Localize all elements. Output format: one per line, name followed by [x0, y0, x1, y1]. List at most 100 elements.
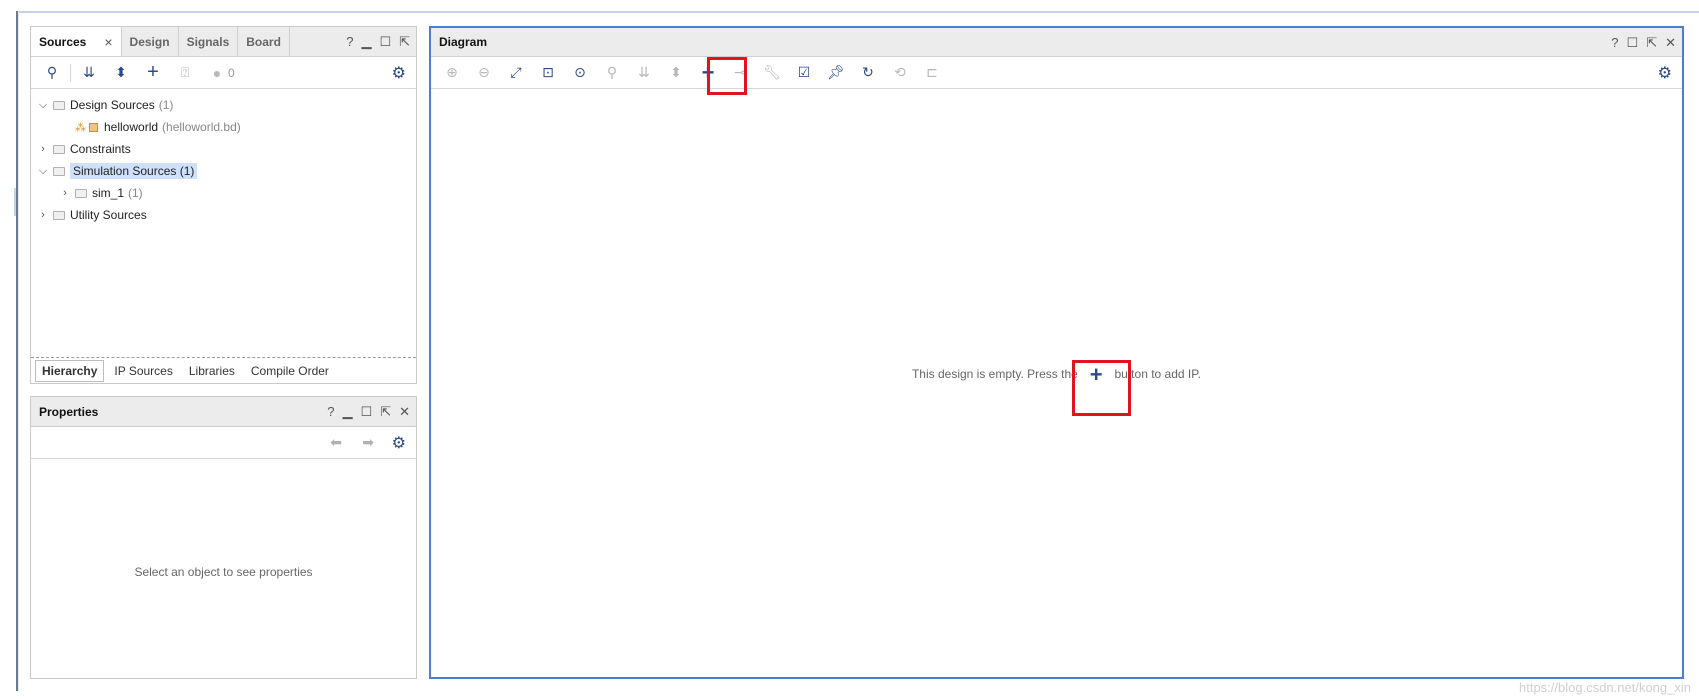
left-border-accent — [14, 188, 16, 216]
panel-controls: ? ☐ ⇱ ✕ — [1611, 35, 1676, 51]
close-icon[interactable]: ✕ — [399, 404, 410, 420]
center-icon[interactable]: ⊙ — [565, 60, 595, 86]
gear-icon[interactable]: ⚙ — [392, 433, 406, 453]
search-icon[interactable]: ⚲ — [37, 60, 67, 86]
properties-title: Properties — [39, 404, 99, 419]
tree-item-design-sources[interactable]: ⌵ Design Sources (1) — [37, 95, 174, 115]
refresh-icon[interactable]: ↻ — [853, 60, 883, 86]
regenerate-layout-icon[interactable]: ⟲ — [885, 60, 915, 86]
properties-empty-message: Select an object to see properties — [134, 565, 313, 579]
pin-icon[interactable]: 📌︎ — [821, 60, 851, 86]
maximize-icon[interactable]: ☐ — [1627, 35, 1639, 51]
tab-libraries[interactable]: Libraries — [183, 361, 241, 381]
zoom-out-icon[interactable]: ⊖ — [469, 60, 499, 86]
zoom-in-icon[interactable]: ⊕ — [437, 60, 467, 86]
validate-design-icon[interactable]: ☑ — [789, 60, 819, 86]
diagram-titlebar: Diagram ? ☐ ⇱ ✕ — [431, 28, 1682, 57]
left-border — [16, 11, 19, 691]
tree-item-constraints[interactable]: › Constraints — [37, 139, 131, 159]
tab-sources-label: Sources — [39, 34, 87, 49]
gear-icon[interactable]: ⚙ — [392, 63, 406, 83]
tree-item-count: (helloworld.bd) — [162, 120, 241, 134]
watermark: https://blog.csdn.net/kong_xin — [1518, 680, 1691, 695]
tab-design[interactable]: Design — [122, 27, 179, 56]
empty-message-before: This design is empty. Press the — [911, 367, 1078, 381]
port-icon[interactable]: ⊏ — [917, 60, 947, 86]
zoom-area-icon[interactable]: ⊡ — [533, 60, 563, 86]
tree-item-sim-1[interactable]: › sim_1 (1) — [59, 183, 143, 203]
chevron-right-icon[interactable]: › — [59, 187, 71, 199]
minimize-icon[interactable]: ▁ — [361, 34, 371, 50]
minimize-icon[interactable]: ▁ — [343, 404, 353, 420]
chevron-right-icon[interactable]: › — [37, 143, 49, 155]
tab-hierarchy[interactable]: Hierarchy — [35, 359, 105, 382]
folder-icon — [53, 144, 65, 154]
properties-toolbar: ⬅ ➡ ⚙ — [31, 427, 416, 459]
top-border — [16, 11, 1699, 13]
gear-icon[interactable]: ⚙ — [1658, 63, 1672, 83]
tree-item-label: Utility Sources — [70, 208, 147, 222]
help-icon[interactable]: ? — [1611, 35, 1618, 51]
folder-icon — [53, 210, 65, 220]
folder-icon — [53, 100, 65, 110]
panel-controls: ? ▁ ☐ ⇱ ✕ — [327, 404, 410, 420]
empty-design-message: This design is empty. Press the + button… — [431, 362, 1682, 388]
properties-panel: Properties ? ▁ ☐ ⇱ ✕ ⬅ ➡ ⚙ Select an obj… — [30, 396, 417, 679]
source-info-icon[interactable]: ⍰ — [170, 60, 200, 86]
status-count: 0 — [228, 65, 235, 80]
tree-item-count: (1) — [128, 186, 143, 200]
tree-item-label: sim_1 — [92, 186, 125, 200]
float-icon[interactable]: ⇱ — [380, 404, 391, 420]
diagram-title: Diagram — [439, 35, 488, 49]
maximize-icon[interactable]: ☐ — [379, 34, 391, 50]
folder-icon — [53, 166, 65, 176]
tab-sources[interactable]: Sources × — [31, 27, 122, 56]
back-arrow-icon[interactable]: ⬅ — [330, 434, 342, 451]
highlight-box-canvas-add — [1072, 360, 1131, 416]
zoom-fit-icon[interactable]: ⤢ — [501, 60, 531, 86]
highlight-box-toolbar-add — [707, 57, 747, 95]
tree-item-count: (1) — [158, 98, 174, 112]
tab-board[interactable]: Board — [238, 27, 290, 56]
sources-tabbar: Sources × Design Signals Board ? ▁ ☐ ⇱ — [31, 27, 416, 57]
collapse-all-icon[interactable]: ⇊ — [629, 60, 659, 86]
tree-item-label: Simulation Sources (1) — [70, 163, 198, 179]
block-design-icon: ⁂ — [75, 121, 86, 134]
tree-item-helloworld[interactable]: ⁂ helloworld (helloworld.bd) — [75, 117, 241, 137]
tree-item-simulation-sources[interactable]: ⌵ Simulation Sources (1) — [37, 161, 198, 181]
close-icon[interactable]: ✕ — [1665, 35, 1676, 51]
tree-item-utility-sources[interactable]: › Utility Sources — [37, 205, 147, 225]
toolbar-separator — [70, 63, 71, 82]
float-icon[interactable]: ⇱ — [1646, 35, 1657, 51]
sources-toolbar: ⚲ ⇊ ⬍ + ⍰ ● 0 ⚙ — [31, 57, 416, 89]
chevron-right-icon[interactable]: › — [37, 209, 49, 221]
help-icon[interactable]: ? — [346, 34, 353, 50]
help-icon[interactable]: ? — [327, 404, 334, 420]
tab-compile-order[interactable]: Compile Order — [245, 361, 335, 381]
close-icon[interactable]: × — [104, 34, 112, 50]
panel-controls: ? ▁ ☐ ⇱ — [346, 34, 410, 50]
expand-all-icon[interactable]: ⬍ — [106, 60, 136, 86]
tree-item-label: helloworld — [104, 120, 159, 134]
tree-item-label: Constraints — [70, 142, 131, 156]
sources-bottom-tabs: Hierarchy IP Sources Libraries Compile O… — [31, 357, 416, 383]
folder-icon — [75, 188, 87, 198]
tree-item-label: Design Sources — [70, 98, 155, 112]
expand-all-icon[interactable]: ⬍ — [661, 60, 691, 86]
diagram-canvas[interactable]: This design is empty. Press the + button… — [431, 90, 1682, 677]
tab-ip-sources[interactable]: IP Sources — [108, 361, 178, 381]
bd-file-icon — [89, 122, 98, 132]
chevron-down-icon[interactable]: ⌵ — [37, 165, 49, 178]
search-icon[interactable]: ⚲ — [597, 60, 627, 86]
maximize-icon[interactable]: ☐ — [361, 404, 373, 420]
forward-arrow-icon[interactable]: ➡ — [362, 434, 374, 451]
tab-signals[interactable]: Signals — [179, 27, 239, 56]
float-icon[interactable]: ⇱ — [399, 34, 410, 50]
sources-panel: Sources × Design Signals Board ? ▁ ☐ ⇱ ⚲… — [30, 26, 417, 384]
diagram-panel: Diagram ? ☐ ⇱ ✕ ⊕ ⊖ ⤢ ⊡ ⊙ ⚲ ⇊ ⬍ + ⊸ 🔧︎ ☑… — [429, 26, 1684, 679]
chevron-down-icon[interactable]: ⌵ — [37, 99, 49, 112]
wrench-icon[interactable]: 🔧︎ — [757, 60, 787, 86]
add-sources-icon[interactable]: + — [138, 60, 168, 86]
collapse-all-icon[interactable]: ⇊ — [74, 60, 104, 86]
diagram-toolbar: ⊕ ⊖ ⤢ ⊡ ⊙ ⚲ ⇊ ⬍ + ⊸ 🔧︎ ☑ 📌︎ ↻ ⟲ ⊏ ⚙ — [431, 57, 1682, 89]
